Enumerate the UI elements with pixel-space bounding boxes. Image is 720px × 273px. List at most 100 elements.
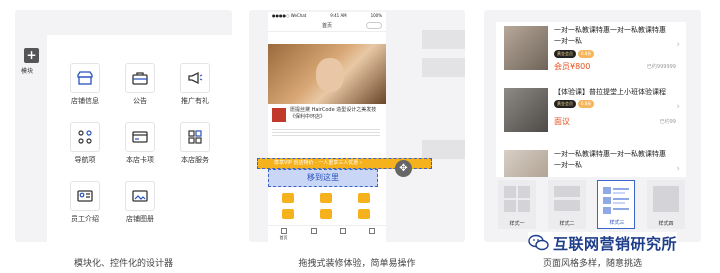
chevron-right-icon: › — [676, 40, 680, 50]
add-module-button[interactable]: + — [24, 48, 39, 63]
image-icon — [132, 190, 148, 202]
product-price: 面议 — [554, 117, 570, 126]
product-item[interactable]: 一对一私教课特惠一对一私教课特惠一对一私 › — [496, 146, 686, 177]
phone-tabbar: 首页 — [268, 225, 386, 242]
discount-badge: 6.8折 — [578, 50, 595, 58]
product-item[interactable]: 【体验课】普拉提堂上小班体验课程 黄金会员 6.8折 面议 已约99 › — [496, 84, 686, 144]
placeholder-block — [422, 58, 465, 77]
module-sidebar: + 模块 — [15, 10, 47, 242]
time-text: 9:41 AM — [330, 13, 347, 18]
nav-grid-item[interactable] — [320, 193, 332, 203]
module-label: 导航项 — [74, 156, 96, 164]
nav-grid-item[interactable] — [358, 209, 370, 219]
nav-grid-item[interactable] — [320, 209, 332, 219]
placeholder-block — [422, 140, 465, 159]
style-option-3[interactable]: 样式三 — [597, 180, 635, 229]
nav-grid-item[interactable] — [282, 193, 294, 203]
briefcase-icon — [132, 72, 148, 85]
carrier-text: ●●●●○ WeChat — [272, 13, 307, 18]
product-title: 一对一私教课特惠一对一私教课特惠一对一私 — [554, 150, 666, 169]
product-sold: 已约999999 — [646, 64, 676, 70]
nav-grid — [268, 187, 386, 225]
placeholder-block — [422, 30, 465, 49]
product-item[interactable]: 一对一私教课特惠一对一私教课特惠一对一私 黄金会员 6.8折 会员¥800 已约… — [496, 22, 686, 82]
caption-designer: 模块化、控件化的设计器 — [73, 259, 173, 269]
style-option-2[interactable]: 样式二 — [548, 180, 586, 229]
nav-grid-item[interactable] — [282, 209, 294, 219]
style-label: 样式一 — [509, 221, 525, 227]
article-text — [272, 127, 380, 137]
module-label: 本店卡项 — [126, 156, 154, 164]
battery-text: 100% — [370, 13, 382, 18]
product-image — [504, 88, 548, 132]
nav-grid-item[interactable] — [358, 193, 370, 203]
hero-image — [268, 44, 386, 104]
designer-panel: + 模块 店铺信息 公告 推广有礼 导航项 本店卡项 本店服务 员工介绍 店铺图… — [15, 10, 232, 242]
article-card[interactable]: 愿提丝黛 HairCode 造型设计之美发技《保利中环店》 — [268, 104, 386, 154]
grid-squares-icon — [188, 130, 202, 144]
tab-2[interactable] — [310, 228, 317, 242]
module-store-info[interactable]: 店铺信息 — [63, 63, 107, 106]
caption-styles: 页面风格多样，随意挑选 — [542, 259, 642, 269]
capsule-menu-icon[interactable] — [366, 22, 382, 29]
store-icon — [77, 71, 93, 85]
product-image — [504, 150, 548, 177]
megaphone-icon — [188, 71, 203, 85]
home-icon — [280, 228, 287, 234]
module-promotion[interactable]: 推广有礼 — [173, 63, 217, 106]
layout-thumb-icon — [504, 186, 530, 212]
phone-titlebar: 首页 — [268, 20, 386, 32]
module-navigation[interactable]: 导航项 — [63, 122, 107, 165]
style-label: 样式三 — [609, 220, 625, 226]
tab-icon — [339, 228, 346, 234]
module-label: 推广有礼 — [181, 97, 209, 105]
module-grid: 店铺信息 公告 推广有礼 导航项 本店卡项 本店服务 员工介绍 店铺图册 — [47, 35, 232, 242]
module-staff-intro[interactable]: 员工介绍 — [63, 181, 107, 224]
module-store-cards[interactable]: 本店卡项 — [118, 122, 162, 165]
brand-text: 互联网营销研究所 — [553, 234, 678, 253]
module-notice[interactable]: 公告 — [118, 63, 162, 106]
module-label: 店铺信息 — [71, 97, 99, 105]
drop-zone[interactable]: 移到这里 — [268, 169, 378, 187]
style-label: 样式四 — [658, 221, 674, 227]
style-option-1[interactable]: 样式一 — [498, 180, 536, 229]
discount-badge: 6.8折 — [578, 100, 595, 108]
tab-icon — [310, 228, 317, 234]
member-badge: 黄金会员 — [554, 50, 576, 58]
id-card-icon — [77, 190, 93, 202]
product-image — [504, 26, 548, 70]
product-title: 【体验课】普拉提堂上小班体验课程 — [554, 88, 666, 96]
product-sold: 已约99 — [659, 119, 676, 125]
style-option-4[interactable]: 样式四 — [647, 180, 685, 229]
caption-drag: 拖拽式装修体验，简单易操作 — [298, 259, 416, 269]
product-list: 一对一私教课特惠一对一私教课特惠一对一私 黄金会员 6.8折 会员¥800 已约… — [496, 22, 686, 177]
wechat-logo-icon — [528, 234, 549, 251]
layout-thumb-icon — [554, 186, 580, 211]
article-title: 愿提丝黛 HairCode 造型设计之美发技《保利中环店》 — [290, 107, 377, 120]
product-title: 一对一私教课特惠一对一私教课特惠一对一私 — [554, 26, 666, 45]
grid-dots-icon — [78, 130, 92, 144]
chevron-right-icon: › — [676, 102, 680, 112]
card-icon — [132, 131, 148, 143]
style-label: 样式二 — [559, 221, 575, 227]
member-badge: 黄金会员 — [554, 100, 576, 108]
style-picker-panel: 一对一私教课特惠一对一私教课特惠一对一私 黄金会员 6.8折 会员¥800 已约… — [484, 10, 701, 242]
layout-thumb-icon — [653, 186, 679, 212]
module-label: 店铺图册 — [126, 215, 154, 223]
drag-editor-panel: ●●●●○ WeChat 9:41 AM 100% 首页 愿提丝黛 HairCo… — [249, 10, 465, 242]
tab-icon — [368, 228, 375, 234]
brand-logo — [272, 108, 286, 122]
chevron-right-icon: › — [676, 164, 680, 174]
tab-home[interactable]: 首页 — [280, 228, 288, 242]
move-icon[interactable]: ✥ — [395, 160, 412, 177]
tab-4[interactable] — [368, 228, 375, 242]
module-label: 公告 — [133, 97, 147, 105]
module-label: 本店服务 — [181, 156, 209, 164]
tab-3[interactable] — [339, 228, 346, 242]
page-title: 首页 — [321, 23, 332, 29]
module-store-services[interactable]: 本店服务 — [173, 122, 217, 165]
badge-row: 黄金会员 6.8折 — [554, 100, 595, 108]
badge-row: 黄金会员 6.8折 — [554, 50, 595, 58]
status-bar: ●●●●○ WeChat 9:41 AM 100% — [268, 12, 386, 20]
module-store-gallery[interactable]: 店铺图册 — [118, 181, 162, 224]
